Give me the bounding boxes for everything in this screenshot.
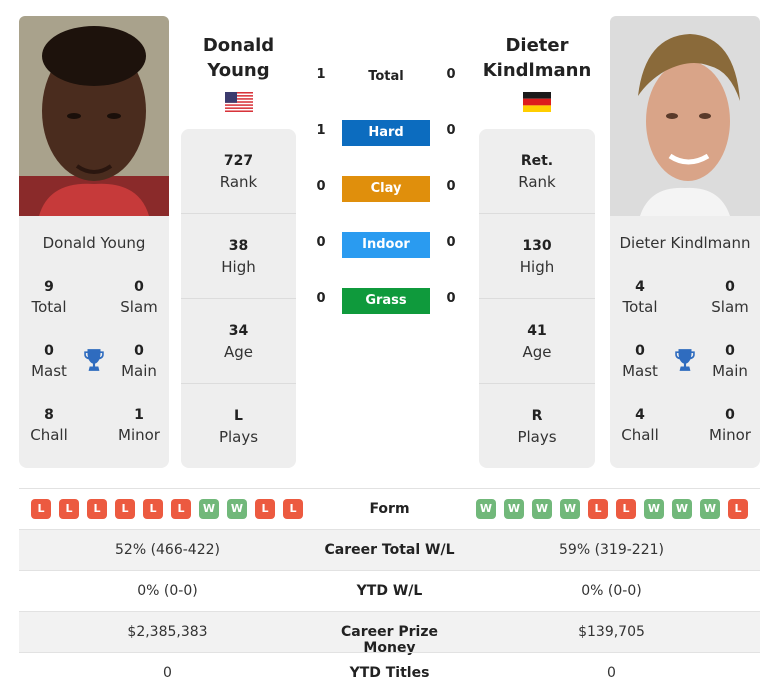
player1-minor-titles: 1 Minor [118,407,160,444]
stats-row-prize-money: $2,385,383 Career Prize Money $139,705 [19,611,760,656]
surface-grass-badge[interactable]: Grass [342,288,430,314]
player2-total-titles: 4 Total [622,279,658,316]
stats-label: Form [369,501,410,517]
player2-main-titles: 0 Main [712,343,748,380]
stats-row-ytd-titles: 0 YTD Titles 0 [19,652,760,693]
player1-plays: L Plays [218,408,259,446]
form-loss-badge[interactable]: L [143,499,163,519]
player1-total-titles: 9 Total [31,279,67,316]
player2-titles-card: Dieter Kindlmann 4 Total 0 Slam 0 Mast 0… [610,216,760,468]
h2h-indoor-p2: 0 [446,235,456,250]
form-win-badge[interactable]: W [644,499,664,519]
player1-high: 38 High [181,214,296,299]
form-loss-badge[interactable]: L [616,499,636,519]
player1-info-column: 727 Rank 38 High 34 Age L Plays [181,129,296,468]
h2h-clay-p2: 0 [446,179,456,194]
player1-mast-titles: 0 Mast [31,343,67,380]
form-loss-badge[interactable]: L [59,499,79,519]
player2-photo [610,16,760,216]
player2-value: 0% (0-0) [581,583,642,599]
stats-label: Career Total W/L [324,542,455,558]
player1-value: 0 [163,665,172,681]
h2h-grass-p1: 0 [316,291,326,306]
form-win-badge[interactable]: W [560,499,580,519]
form-win-badge[interactable]: W [700,499,720,519]
surface-hard-badge[interactable]: Hard [342,120,430,146]
surface-indoor-badge[interactable]: Indoor [342,232,430,258]
player2-value: $139,705 [578,624,645,640]
player2-age: 41 Age [479,299,595,384]
player2-slam-titles: 0 Slam [711,279,749,316]
player2-rank: Ret. Rank [479,129,595,214]
player2-card-name: Dieter Kindlmann [619,234,751,252]
player2-minor-titles: 0 Minor [709,407,751,444]
player2-value: 59% (319-221) [559,542,664,558]
form-loss-badge[interactable]: L [728,499,748,519]
form-loss-badge[interactable]: L [115,499,135,519]
player2-plays: R Plays [517,408,557,446]
form-loss-badge[interactable]: L [171,499,191,519]
trophy-icon [672,347,698,373]
stats-row-form: LLLLLLWWLL Form WWWWLLWWWL [19,488,760,529]
player2-form-badges: WWWWLLWWWL [476,499,748,519]
surface-clay-badge[interactable]: Clay [342,176,430,202]
form-win-badge[interactable]: W [227,499,247,519]
form-win-badge[interactable]: W [532,499,552,519]
player2-name[interactable]: Dieter Kindlmann [479,33,595,83]
form-loss-badge[interactable]: L [588,499,608,519]
player1-value: 0% (0-0) [137,583,198,599]
h2h-grass-p2: 0 [446,291,456,306]
player1-value: 52% (466-422) [115,542,220,558]
player1-value: $2,385,383 [127,624,208,640]
form-win-badge[interactable]: W [199,499,219,519]
stats-label: YTD Titles [349,665,430,681]
player1-chall-titles: 8 Chall [30,407,68,444]
form-win-badge[interactable]: W [672,499,692,519]
form-win-badge[interactable]: W [476,499,496,519]
player1-slam-titles: 0 Slam [120,279,158,316]
player2-value: 0 [607,665,616,681]
player1-form-badges: LLLLLLWWLL [31,499,303,519]
player2-info-column: Ret. Rank 130 High 41 Age R Plays [479,129,595,468]
trophy-icon [81,347,107,373]
form-loss-badge[interactable]: L [255,499,275,519]
h2h-total-p1: 1 [316,67,326,82]
form-loss-badge[interactable]: L [31,499,51,519]
usa-flag-icon [225,92,253,112]
h2h-clay-p1: 0 [316,179,326,194]
h2h-hard-p2: 0 [446,123,456,138]
h2h-hard-p1: 1 [316,123,326,138]
h2h-indoor-p1: 0 [316,235,326,250]
player1-name[interactable]: Donald Young [181,33,296,83]
form-loss-badge[interactable]: L [87,499,107,519]
player1-titles-card: Donald Young 9 Total 0 Slam 0 Mast 0 Mai… [19,216,169,468]
player1-age: 34 Age [181,299,296,384]
form-win-badge[interactable]: W [504,499,524,519]
h2h-total-p2: 0 [446,67,456,82]
player1-main-titles: 0 Main [121,343,157,380]
player1-rank: 727 Rank [181,129,296,214]
germany-flag-icon [523,92,551,112]
stats-row-career-wl: 52% (466-422) Career Total W/L 59% (319-… [19,529,760,570]
player2-chall-titles: 4 Chall [621,407,659,444]
h2h-total-label: Total [368,69,404,84]
form-loss-badge[interactable]: L [283,499,303,519]
player2-mast-titles: 0 Mast [622,343,658,380]
player1-photo [19,16,169,216]
stats-row-ytd-wl: 0% (0-0) YTD W/L 0% (0-0) [19,570,760,611]
stats-label: YTD W/L [356,583,423,599]
player2-high: 130 High [479,214,595,299]
player1-card-name: Donald Young [42,234,146,252]
